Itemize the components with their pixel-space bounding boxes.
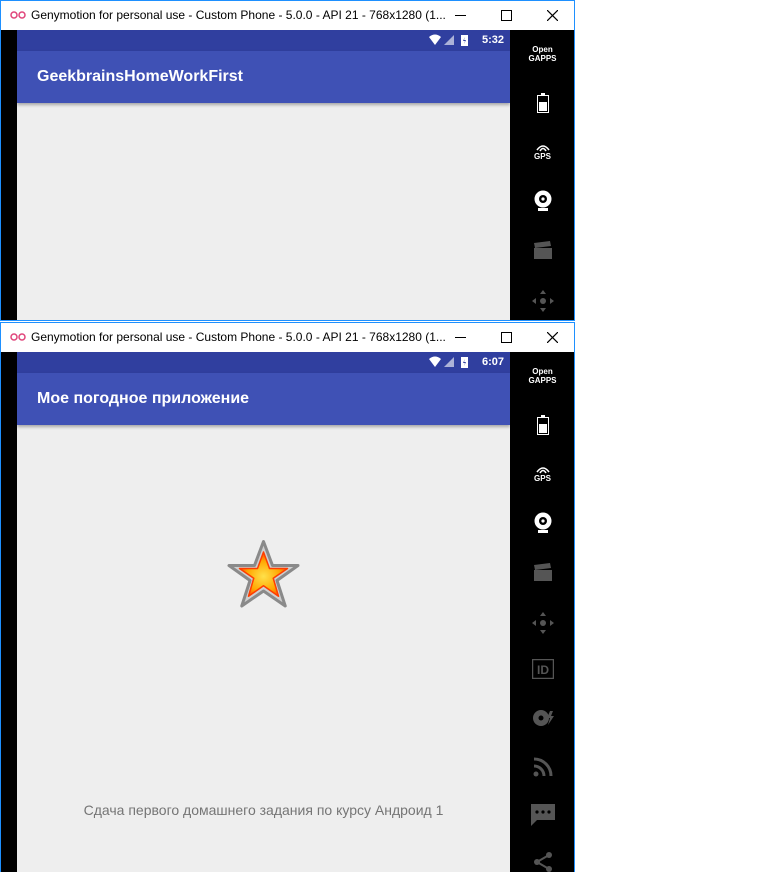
assignment-caption: Сдача первого домашнего задания по курсу… (83, 802, 444, 818)
close-icon (547, 10, 558, 21)
video-capture-icon[interactable] (510, 563, 574, 586)
dpad-icon[interactable] (510, 290, 574, 317)
wifi-icon (429, 356, 441, 367)
minimize-button[interactable] (437, 323, 483, 352)
battery-charging-icon (461, 357, 468, 368)
minimize-icon (455, 337, 466, 338)
genymotion-toolbar: Open GAPPS GPS (510, 30, 574, 320)
maximize-button[interactable] (483, 323, 529, 352)
status-bar: 6:07 (17, 352, 510, 373)
close-icon (547, 332, 558, 343)
device-frame: 5:32 GeekbrainsHomeWorkFirst Open GAPPS GP… (1, 30, 574, 320)
window-titlebar[interactable]: Genymotion for personal use - Custom Pho… (1, 323, 574, 352)
phone-screen[interactable]: 6:07 Мое погодное приложение Сдача перво… (17, 352, 510, 872)
id-icon[interactable]: ID (510, 658, 574, 684)
genymotion-logo-icon (10, 11, 26, 19)
open-gapps-icon[interactable]: Open GAPPS (510, 367, 574, 385)
camera-icon[interactable] (510, 190, 574, 217)
status-bar: 5:32 (17, 30, 510, 51)
status-icons (429, 34, 468, 46)
maximize-button[interactable] (483, 1, 529, 30)
app-title: GeekbrainsHomeWorkFirst (37, 68, 243, 85)
message-icon[interactable] (510, 804, 574, 831)
battery-icon[interactable] (510, 415, 574, 440)
status-icons (429, 356, 468, 368)
share-icon[interactable] (510, 852, 574, 872)
gps-label: GPS (534, 152, 551, 161)
dpad-icon[interactable] (510, 612, 574, 639)
close-button[interactable] (529, 323, 574, 352)
open-gapps-icon[interactable]: Open GAPPS (510, 45, 574, 63)
battery-charging-icon (461, 35, 468, 46)
app-toolbar: GeekbrainsHomeWorkFirst (17, 51, 510, 103)
minimize-button[interactable] (437, 1, 483, 30)
camera-icon[interactable] (510, 512, 574, 539)
gps-label: GPS (534, 474, 551, 483)
genymotion-toolbar: Open GAPPS GPS ID (510, 352, 574, 872)
gps-icon[interactable]: GPS (510, 142, 574, 161)
disk-icon[interactable] (510, 709, 574, 732)
battery-icon[interactable] (510, 93, 574, 118)
genymotion-logo-icon (10, 333, 26, 341)
close-button[interactable] (529, 1, 574, 30)
genymotion-window-1: Genymotion for personal use - Custom Pho… (0, 0, 575, 321)
window-title: Genymotion for personal use - Custom Pho… (31, 8, 446, 22)
video-capture-icon[interactable] (510, 241, 574, 264)
maximize-icon (501, 332, 512, 343)
gapps-line2: GAPPS (528, 376, 557, 385)
window-title: Genymotion for personal use - Custom Pho… (31, 330, 446, 344)
window-titlebar[interactable]: Genymotion for personal use - Custom Pho… (1, 1, 574, 30)
status-time: 5:32 (481, 34, 504, 46)
svg-text:ID: ID (537, 663, 549, 677)
app-title: Мое погодное приложение (37, 390, 250, 407)
rss-icon[interactable] (510, 757, 574, 782)
gps-icon[interactable]: GPS (510, 464, 574, 483)
maximize-icon (501, 10, 512, 21)
app-toolbar: Мое погодное приложение (17, 373, 510, 425)
device-frame: 6:07 Мое погодное приложение Сдача перво… (1, 352, 574, 872)
gapps-line1: Open (532, 367, 553, 376)
signal-icon (444, 35, 454, 45)
status-time: 6:07 (481, 356, 504, 368)
gapps-line2: GAPPS (528, 54, 557, 63)
signal-icon (444, 357, 454, 367)
minimize-icon (455, 15, 466, 16)
star-icon (227, 540, 300, 608)
phone-screen[interactable]: 5:32 GeekbrainsHomeWorkFirst (17, 30, 510, 320)
gapps-line1: Open (532, 45, 553, 54)
genymotion-window-2: Genymotion for personal use - Custom Pho… (0, 322, 575, 872)
wifi-icon (429, 34, 441, 45)
